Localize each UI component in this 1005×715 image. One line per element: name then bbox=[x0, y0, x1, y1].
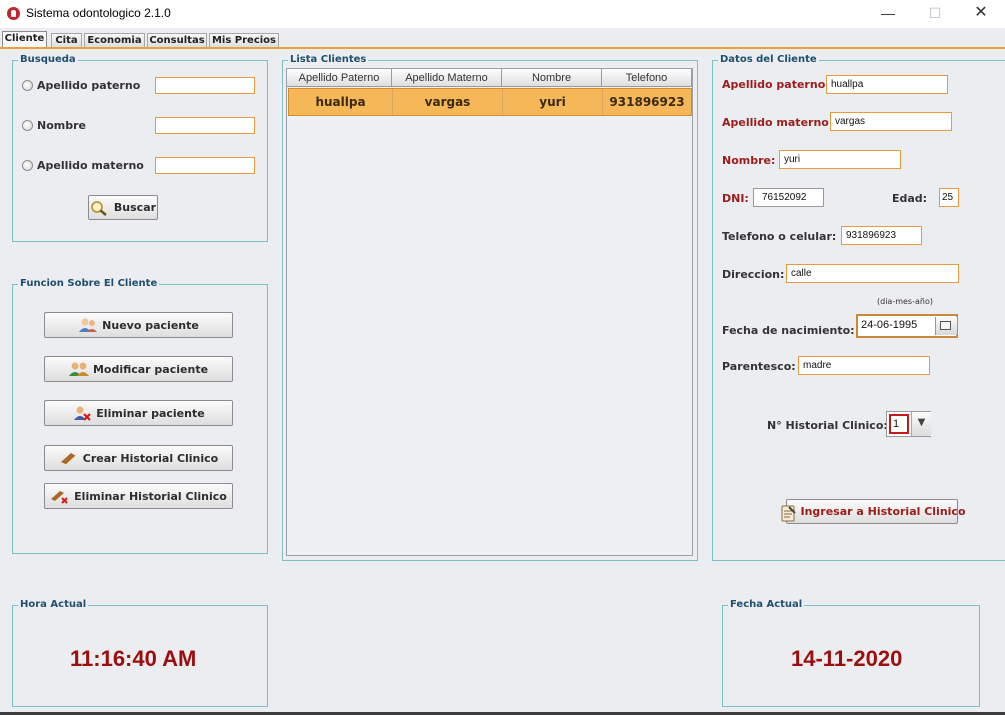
label-datos-nombre: Nombre: bbox=[722, 154, 776, 167]
title-bar: Sistema odontologico 2.1.0 — ☐ ✕ bbox=[0, 0, 1005, 28]
funciones-title: Funcion Sobre El Cliente bbox=[18, 278, 160, 290]
column-apellido-paterno[interactable]: Apellido Paterno bbox=[287, 69, 392, 87]
table-row[interactable]: huallpa vargas yuri 931896923 bbox=[288, 88, 692, 116]
tab-mis-precios[interactable]: Mis Precios bbox=[209, 33, 279, 48]
ingresar-historial-label: Ingresar a Historial Clinico bbox=[800, 505, 966, 518]
modificar-paciente-button[interactable]: Modificar paciente bbox=[44, 356, 233, 382]
search-nombre-input[interactable] bbox=[155, 117, 255, 134]
crear-historial-label: Crear Historial Clinico bbox=[82, 451, 219, 465]
column-telefono[interactable]: Telefono bbox=[602, 69, 692, 87]
cell-apellido-paterno[interactable]: huallpa bbox=[289, 89, 393, 115]
current-time: 11:16:40 AM bbox=[70, 646, 197, 671]
column-nombre[interactable]: Nombre bbox=[502, 69, 602, 87]
app-logo-icon bbox=[7, 7, 20, 20]
tab-economia[interactable]: Economia bbox=[84, 33, 145, 48]
busqueda-title: Busqueda bbox=[18, 54, 78, 66]
book-icon bbox=[59, 450, 77, 466]
historial-value[interactable]: 1 bbox=[889, 414, 909, 434]
close-button[interactable]: ✕ bbox=[958, 0, 1004, 28]
nombre-field[interactable]: yuri bbox=[779, 150, 901, 169]
radio-apellido-materno[interactable] bbox=[22, 160, 33, 171]
fecha-nacimiento-picker[interactable]: 24-06-1995 bbox=[856, 314, 958, 338]
lista-clientes-title: Lista Clientes bbox=[288, 54, 369, 66]
eliminar-paciente-label: Eliminar paciente bbox=[96, 406, 205, 420]
add-user-icon bbox=[78, 317, 98, 333]
calendar-button[interactable] bbox=[935, 317, 957, 335]
fecha-format-hint: (dia-mes-año) bbox=[877, 297, 933, 306]
chevron-down-icon[interactable]: ▼ bbox=[911, 412, 931, 436]
direccion-field[interactable]: calle bbox=[786, 264, 959, 283]
nuevo-paciente-button[interactable]: Nuevo paciente bbox=[44, 312, 233, 338]
search-apellido-materno-input[interactable] bbox=[155, 157, 255, 174]
edit-users-icon bbox=[68, 361, 89, 377]
label-apellido-materno: Apellido materno bbox=[37, 159, 144, 172]
cell-nombre[interactable]: yuri bbox=[503, 89, 603, 115]
eliminar-paciente-button[interactable]: Eliminar paciente bbox=[44, 400, 233, 426]
window-title: Sistema odontologico 2.1.0 bbox=[26, 6, 171, 20]
datos-cliente-group: Datos del Cliente bbox=[712, 54, 1005, 561]
label-datos-dni: DNI: bbox=[722, 192, 749, 205]
minimize-button[interactable]: — bbox=[865, 0, 911, 28]
fecha-nacimiento-value[interactable]: 24-06-1995 bbox=[861, 319, 917, 331]
edad-field[interactable]: 25 bbox=[939, 188, 959, 207]
search-apellido-paterno-input[interactable] bbox=[155, 77, 255, 94]
modificar-paciente-label: Modificar paciente bbox=[92, 362, 209, 376]
label-historial-clinico: N° Historial Clinico: bbox=[767, 419, 888, 432]
label-datos-edad: Edad: bbox=[892, 192, 928, 205]
clipboard-icon bbox=[779, 504, 797, 521]
delete-book-icon bbox=[50, 488, 68, 504]
eliminar-historial-button[interactable]: Eliminar Historial Clinico bbox=[44, 483, 233, 509]
label-datos-direccion: Direccion: bbox=[722, 268, 785, 281]
label-datos-telefono: Telefono o celular: bbox=[722, 230, 837, 243]
cell-apellido-materno[interactable]: vargas bbox=[393, 89, 503, 115]
dni-field[interactable]: 76152092 bbox=[753, 188, 824, 207]
buscar-label: Buscar bbox=[113, 201, 157, 214]
label-nombre: Nombre bbox=[37, 119, 86, 132]
fecha-actual-title: Fecha Actual bbox=[728, 599, 805, 611]
magnifier-icon bbox=[90, 200, 108, 216]
maximize-button[interactable]: ☐ bbox=[912, 0, 958, 28]
clientes-table: Apellido Paterno Apellido Materno Nombre… bbox=[286, 68, 693, 556]
label-datos-fecha-nacimiento: Fecha de nacimiento: bbox=[722, 324, 855, 337]
tab-consultas[interactable]: Consultas bbox=[147, 33, 207, 48]
label-datos-parentesco: Parentesco: bbox=[722, 360, 796, 373]
column-apellido-materno[interactable]: Apellido Materno bbox=[392, 69, 502, 87]
telefono-field[interactable]: 931896923 bbox=[841, 226, 922, 245]
calendar-icon bbox=[940, 321, 951, 330]
buscar-button[interactable]: Buscar bbox=[88, 195, 158, 220]
label-apellido-paterno: Apellido paterno bbox=[37, 79, 141, 92]
label-datos-apellido-paterno: Apellido paterno: bbox=[722, 78, 830, 91]
radio-apellido-paterno[interactable] bbox=[22, 80, 33, 91]
nuevo-paciente-label: Nuevo paciente bbox=[102, 318, 199, 332]
datos-cliente-title: Datos del Cliente bbox=[718, 54, 819, 66]
apellido-paterno-field[interactable]: huallpa bbox=[826, 75, 948, 94]
tab-underline bbox=[0, 47, 1005, 49]
eliminar-historial-label: Eliminar Historial Clinico bbox=[74, 489, 227, 503]
hora-actual-title: Hora Actual bbox=[18, 599, 89, 611]
apellido-materno-field[interactable]: vargas bbox=[830, 112, 952, 131]
ingresar-historial-button[interactable]: Ingresar a Historial Clinico bbox=[781, 499, 966, 524]
label-datos-apellido-materno: Apellido materno: bbox=[722, 116, 834, 129]
radio-nombre[interactable] bbox=[22, 120, 33, 131]
current-date: 14-11-2020 bbox=[791, 646, 903, 671]
delete-user-icon bbox=[72, 405, 92, 421]
tab-cita[interactable]: Cita bbox=[51, 33, 82, 48]
cell-telefono[interactable]: 931896923 bbox=[603, 89, 691, 115]
historial-select[interactable]: 1 ▼ bbox=[886, 411, 931, 437]
parentesco-field[interactable]: madre bbox=[798, 356, 930, 375]
crear-historial-button[interactable]: Crear Historial Clinico bbox=[44, 445, 233, 471]
